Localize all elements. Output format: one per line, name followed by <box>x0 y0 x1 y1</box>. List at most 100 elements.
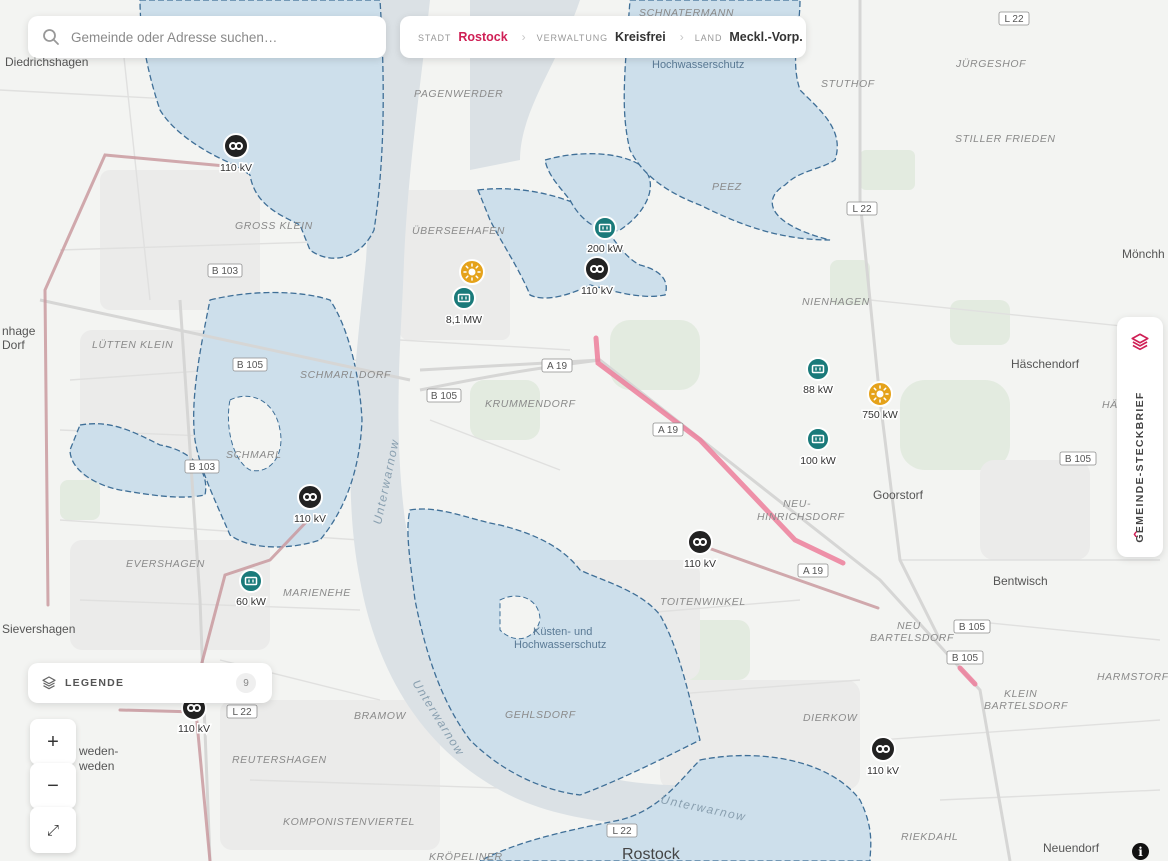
breadcrumb: STADT Rostock › VERWALTUNG Kreisfrei › L… <box>400 16 806 58</box>
marker-label: 110 kV <box>581 285 613 297</box>
place-label: Bentwisch <box>993 574 1048 588</box>
gemeinde-steckbrief-toggle[interactable]: GEMEINDE-STECKBRIEF ‹ <box>1117 317 1163 557</box>
place-label: DIERKOW <box>803 712 858 724</box>
search-icon <box>43 29 59 45</box>
road-shield-l22: L 22 <box>998 11 1030 26</box>
marker-label: 750 kW <box>862 409 898 421</box>
road-shield-b105: B 105 <box>953 619 991 634</box>
search-input[interactable] <box>69 28 373 46</box>
road-shield-a19: A 19 <box>652 422 684 437</box>
battery-icon <box>239 569 263 593</box>
svg-text:B 105: B 105 <box>959 622 986 633</box>
place-label: SCHMARL <box>226 449 282 461</box>
svg-text:B 105: B 105 <box>237 360 264 371</box>
place-label: SCHMARL DORF <box>300 369 391 381</box>
svg-text:L 22: L 22 <box>232 707 252 718</box>
info-icon: i <box>1138 844 1143 859</box>
place-label: Neuendorf <box>1043 841 1100 855</box>
info-button[interactable]: i <box>1132 843 1149 860</box>
substation-icon <box>584 256 610 282</box>
place-label: BRAMOW <box>354 710 407 722</box>
marker-label: 110 kV <box>294 513 326 525</box>
place-label: Häschendorf <box>1011 357 1080 371</box>
place-label: REUTERSHAGEN <box>232 754 327 766</box>
breadcrumb-value: Meckl.-Vorp. <box>729 30 803 44</box>
legend-count-badge: 9 <box>236 673 256 693</box>
zoom-out-button[interactable]: − <box>30 763 76 809</box>
map-canvas[interactable]: L 22 L 22 L 22 L 22 B 103 B 103 B 105 B … <box>0 0 1168 861</box>
solar-marker[interactable] <box>459 259 485 285</box>
svg-text:A 19: A 19 <box>803 566 823 577</box>
substation-icon <box>687 529 713 555</box>
road-shield-b105: B 105 <box>232 357 268 372</box>
svg-text:L 22: L 22 <box>612 826 632 837</box>
breadcrumb-key: STADT <box>418 33 452 43</box>
battery-icon <box>593 216 617 240</box>
place-label: GROSS KLEIN <box>235 220 313 232</box>
place-label: NIENHAGEN <box>802 296 870 308</box>
breadcrumb-value: Rostock <box>458 30 508 44</box>
chevron-right-icon: › <box>679 30 684 44</box>
place-label: Sievershagen <box>2 622 75 636</box>
breadcrumb-stadt[interactable]: STADT Rostock <box>418 30 508 44</box>
place-label: HÄ <box>1102 399 1118 411</box>
expand-icon: ⤢ <box>46 821 59 839</box>
battery-icon <box>806 427 830 451</box>
place-label: weden- <box>78 744 118 758</box>
place-label: Goorstorf <box>873 488 924 502</box>
sun-icon <box>459 259 485 285</box>
chevron-left-icon: ‹ <box>1133 525 1138 541</box>
plus-icon: + <box>47 730 59 753</box>
water-label: Hochwasserschutz <box>652 59 744 71</box>
marker-label: 110 kV <box>867 765 899 777</box>
svg-text:B 105: B 105 <box>431 391 458 402</box>
marker-label: 60 kW <box>236 596 266 608</box>
place-label: KLEIN <box>1004 688 1037 700</box>
place-label: MARIENEHE <box>283 587 351 599</box>
water-label: Küsten- und <box>533 626 592 638</box>
breadcrumb-value: Kreisfrei <box>615 30 666 44</box>
breadcrumb-land[interactable]: LAND Meckl.-Vorp. <box>695 30 803 44</box>
place-label: STUTHOF <box>821 78 875 90</box>
place-label: HARMSTORF <box>1097 671 1168 683</box>
place-label: PAGENWERDER <box>414 88 503 100</box>
substation-icon <box>870 736 896 762</box>
place-label: JÜRGESHOF <box>955 58 1026 70</box>
water-label: Hochwasserschutz <box>514 639 606 651</box>
substation-icon <box>223 133 249 159</box>
chevron-right-icon: › <box>521 30 526 44</box>
svg-text:A 19: A 19 <box>658 425 678 436</box>
road-shield-l22: L 22 <box>606 823 638 838</box>
legend-button[interactable]: LEGENDE 9 <box>28 663 272 703</box>
place-label: TOITENWINKEL <box>660 596 746 608</box>
legend-label: LEGENDE <box>65 677 125 689</box>
place-label: KOMPONISTENVIERTEL <box>283 816 415 828</box>
place-label: GEHLSDORF <box>505 709 576 721</box>
svg-text:B 105: B 105 <box>1065 454 1092 465</box>
fullscreen-button[interactable]: ⤢ <box>30 807 76 853</box>
place-label: NEU <box>897 620 921 632</box>
svg-text:B 103: B 103 <box>189 462 216 473</box>
marker-label: 100 kW <box>800 455 836 467</box>
layers-icon <box>1131 333 1149 351</box>
place-label: BARTELSDORF <box>984 700 1068 712</box>
place-label: nhage <box>2 324 36 338</box>
road-shield-a19: A 19 <box>541 358 573 373</box>
breadcrumb-key: VERWALTUNG <box>536 33 609 43</box>
search-bar[interactable] <box>28 16 386 58</box>
battery-icon <box>806 357 830 381</box>
marker-label: 110 kV <box>684 558 716 570</box>
breadcrumb-key: LAND <box>694 33 723 43</box>
marker-label: 8,1 MW <box>446 314 482 326</box>
place-label: PEEZ <box>712 181 742 193</box>
place-label: KRÖPELINER <box>429 851 503 861</box>
place-label: NEU- <box>783 498 811 510</box>
place-label: RIEKDAHL <box>901 831 958 843</box>
road-shield-b103: B 103 <box>207 263 243 278</box>
place-label: STILLER FRIEDEN <box>955 133 1056 145</box>
zoom-in-button[interactable]: + <box>30 719 76 765</box>
place-label: KRUMMENDORF <box>485 398 576 410</box>
breadcrumb-verwaltung[interactable]: VERWALTUNG Kreisfrei <box>537 30 666 44</box>
battery-icon <box>452 286 476 310</box>
place-label: EVERSHAGEN <box>126 558 205 570</box>
